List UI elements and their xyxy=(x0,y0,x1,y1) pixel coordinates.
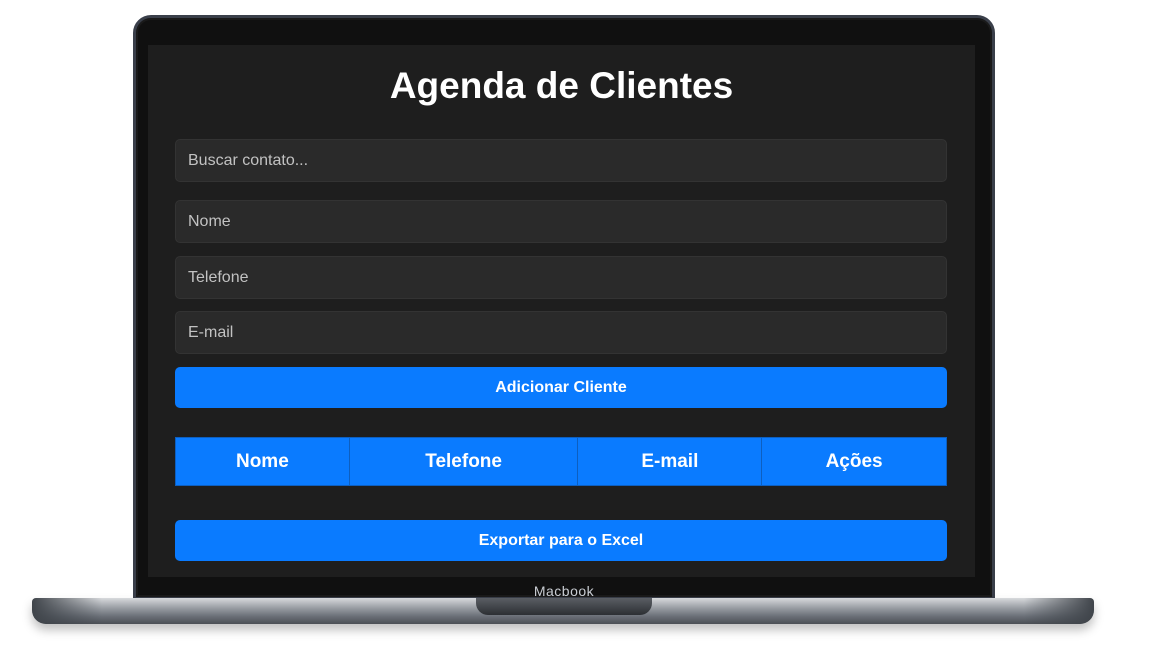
column-header-actions[interactable]: Ações xyxy=(761,437,947,486)
phone-field[interactable] xyxy=(175,256,947,299)
device-brand-label: Macbook xyxy=(533,583,595,599)
clients-table: Nome Telefone E-mail Ações xyxy=(175,437,947,486)
name-field[interactable] xyxy=(175,200,947,243)
search-input[interactable] xyxy=(175,139,947,182)
column-header-email[interactable]: E-mail xyxy=(577,437,763,486)
column-header-name[interactable]: Nome xyxy=(175,437,350,486)
app-screen: Agenda de Clientes Adicionar Cliente Nom… xyxy=(148,45,975,577)
email-field[interactable] xyxy=(175,311,947,354)
page-title: Agenda de Clientes xyxy=(389,65,734,106)
add-client-button[interactable]: Adicionar Cliente xyxy=(175,367,947,408)
export-excel-button[interactable]: Exportar para o Excel xyxy=(175,520,947,561)
laptop-notch xyxy=(476,598,652,615)
laptop-mockup: Agenda de Clientes Adicionar Cliente Nom… xyxy=(0,0,1150,671)
column-header-phone[interactable]: Telefone xyxy=(348,437,579,486)
table-header-row: Nome Telefone E-mail Ações xyxy=(175,437,947,486)
